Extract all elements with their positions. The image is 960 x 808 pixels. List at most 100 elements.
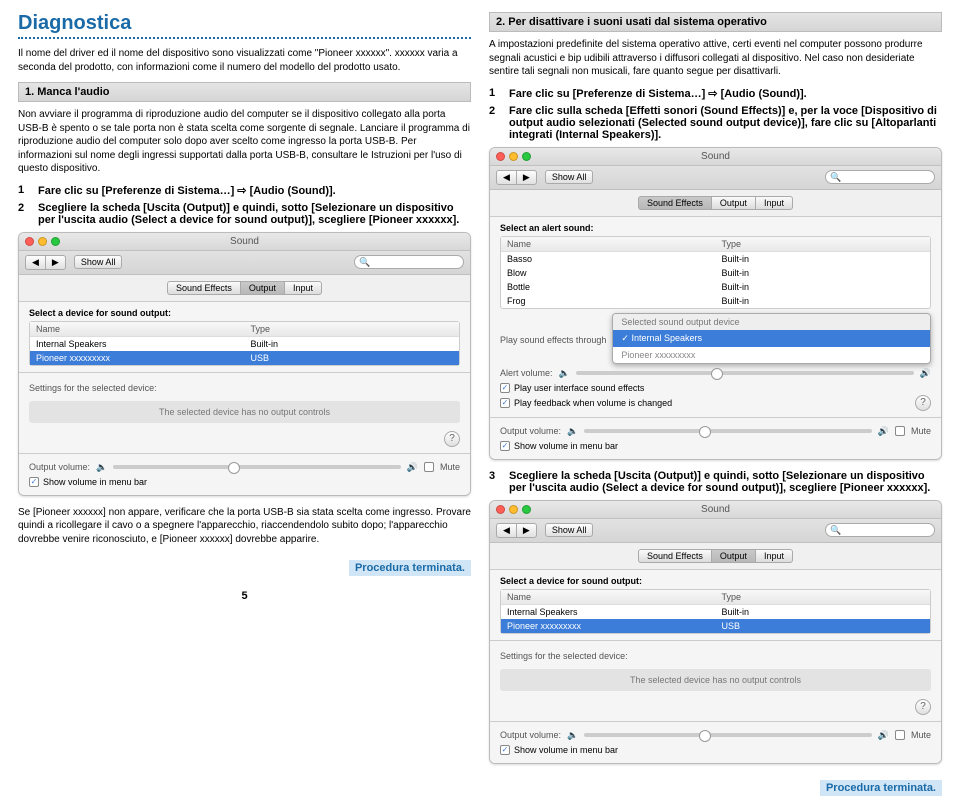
mac-sound-window-output-2: Sound ◀ ▶ Show All 🔍 Sound Effects Outpu…	[489, 500, 942, 764]
nav-forward-button[interactable]: ▶	[516, 170, 537, 185]
left-step-1: 1 Fare clic su [Preferenze di Sistema…] …	[18, 184, 471, 197]
right-step-3: 3 Scegliere la scheda [Uscita (Output)] …	[489, 470, 942, 494]
table-row[interactable]: BottleBuilt-in	[501, 280, 930, 294]
output-device-table[interactable]: NameType Internal SpeakersBuilt-in Pione…	[500, 589, 931, 634]
show-all-button[interactable]: Show All	[545, 170, 594, 184]
help-icon[interactable]: ?	[444, 431, 460, 447]
menubar-checkbox[interactable]: ✓	[500, 745, 510, 755]
tab-input[interactable]: Input	[284, 281, 322, 295]
speaker-high-icon: 🔊	[878, 426, 889, 437]
table-row[interactable]: BassoBuilt-in	[501, 252, 930, 266]
nav-back-button[interactable]: ◀	[25, 255, 45, 270]
tab-input[interactable]: Input	[755, 196, 793, 210]
procedure-done-right: Procedura terminata.	[489, 774, 942, 796]
window-title: Sound	[490, 151, 941, 162]
speaker-high-icon: 🔊	[878, 730, 889, 741]
table-row[interactable]: FrogBuilt-in	[501, 294, 930, 308]
table-row[interactable]: Internal SpeakersBuilt-in	[501, 605, 930, 619]
alert-sound-table[interactable]: NameType BassoBuilt-in BlowBuilt-in Bott…	[500, 236, 931, 309]
menubar-checkbox[interactable]: ✓	[29, 477, 39, 487]
speaker-low-icon: 🔈	[567, 730, 578, 741]
mute-label: Mute	[911, 426, 931, 436]
speaker-low-icon: 🔈	[559, 368, 570, 379]
table-row[interactable]: Pioneer xxxxxxxxxUSB	[501, 619, 930, 633]
col-type: Type	[245, 322, 460, 336]
tab-sound-effects[interactable]: Sound Effects	[638, 196, 711, 210]
search-input[interactable]: 🔍	[354, 255, 464, 269]
mac-sound-window-output: Sound ◀ ▶ Show All 🔍 Sound Effects Outpu…	[18, 232, 471, 496]
ui-sounds-checkbox[interactable]: ✓	[500, 383, 510, 393]
section-1-heading: 1. Manca l'audio	[18, 82, 471, 102]
nav-back-button[interactable]: ◀	[496, 523, 516, 538]
speaker-low-icon: 🔈	[96, 462, 107, 473]
popup-item-internal-speakers[interactable]: ✓ Internal Speakers	[613, 330, 930, 347]
output-device-popup[interactable]: Selected sound output device ✓ Internal …	[612, 313, 931, 364]
col-name: Name	[501, 590, 716, 604]
output-volume-label: Output volume:	[500, 730, 561, 740]
window-title: Sound	[19, 236, 470, 247]
select-device-label: Select a device for sound output:	[500, 576, 931, 586]
tab-sound-effects[interactable]: Sound Effects	[638, 549, 711, 563]
mute-checkbox[interactable]	[424, 462, 434, 472]
output-device-table[interactable]: NameType Internal SpeakersBuilt-in Pione…	[29, 321, 460, 366]
popup-item-pioneer[interactable]: Pioneer xxxxxxxxx	[613, 347, 930, 363]
show-menubar-label: Show volume in menu bar	[43, 477, 147, 487]
mute-label: Mute	[911, 730, 931, 740]
volume-slider[interactable]	[584, 733, 872, 737]
show-menubar-label: Show volume in menu bar	[514, 745, 618, 755]
alert-volume-slider[interactable]	[576, 371, 914, 375]
col-type: Type	[716, 590, 931, 604]
table-row[interactable]: Internal SpeakersBuilt-in	[30, 337, 459, 351]
table-row[interactable]: Pioneer xxxxxxxxxUSB	[30, 351, 459, 365]
tab-output[interactable]: Output	[711, 549, 755, 563]
section-2-heading: 2. Per disattivare i suoni usati dal sis…	[489, 12, 942, 32]
bottom-note: Se [Pioneer xxxxxx] non appare, verifica…	[18, 506, 471, 547]
speaker-high-icon: 🔊	[920, 368, 931, 379]
mute-checkbox[interactable]	[895, 426, 905, 436]
no-output-controls: The selected device has no output contro…	[29, 401, 460, 423]
help-icon[interactable]: ?	[915, 699, 931, 715]
right-step-2: 2 Fare clic sulla scheda [Effetti sonori…	[489, 105, 942, 141]
tab-sound-effects[interactable]: Sound Effects	[167, 281, 240, 295]
nav-back-button[interactable]: ◀	[496, 170, 516, 185]
no-output-controls: The selected device has no output contro…	[500, 669, 931, 691]
tab-output[interactable]: Output	[240, 281, 284, 295]
nav-forward-button[interactable]: ▶	[516, 523, 537, 538]
settings-label: Settings for the selected device:	[29, 379, 460, 397]
volume-slider[interactable]	[584, 429, 872, 433]
tab-output[interactable]: Output	[711, 196, 755, 210]
left-step-2: 2 Scegliere la scheda [Uscita (Output)] …	[18, 202, 471, 226]
select-device-label: Select a device for sound output:	[29, 308, 460, 318]
play-through-label: Play sound effects through	[500, 335, 606, 345]
mute-checkbox[interactable]	[895, 730, 905, 740]
feedback-checkbox[interactable]: ✓	[500, 398, 510, 408]
window-title: Sound	[490, 504, 941, 515]
search-icon: 🔍	[359, 257, 370, 268]
search-input[interactable]: 🔍	[825, 170, 935, 184]
alert-volume-label: Alert volume:	[500, 368, 553, 378]
col-name: Name	[30, 322, 245, 336]
speaker-high-icon: 🔊	[407, 462, 418, 473]
main-title: Diagnostica	[18, 12, 471, 39]
nav-forward-button[interactable]: ▶	[45, 255, 66, 270]
settings-label: Settings for the selected device:	[500, 647, 931, 665]
popup-title: Selected sound output device	[613, 314, 930, 330]
intro-text: Il nome del driver ed il nome del dispos…	[18, 47, 471, 74]
col-name: Name	[501, 237, 716, 251]
col-type: Type	[716, 237, 931, 251]
tab-input[interactable]: Input	[755, 549, 793, 563]
procedure-done-left: Procedura terminata.	[18, 554, 471, 576]
menubar-checkbox[interactable]: ✓	[500, 441, 510, 451]
show-all-button[interactable]: Show All	[545, 523, 594, 537]
volume-slider[interactable]	[113, 465, 401, 469]
mute-label: Mute	[440, 462, 460, 472]
search-input[interactable]: 🔍	[825, 523, 935, 537]
alert-sound-label: Select an alert sound:	[500, 223, 931, 233]
ui-sounds-label: Play user interface sound effects	[514, 383, 644, 393]
help-icon[interactable]: ?	[915, 395, 931, 411]
feedback-label: Play feedback when volume is changed	[514, 398, 672, 408]
table-row[interactable]: BlowBuilt-in	[501, 266, 930, 280]
search-icon: 🔍	[830, 172, 841, 183]
show-all-button[interactable]: Show All	[74, 255, 123, 269]
output-volume-label: Output volume:	[500, 426, 561, 436]
